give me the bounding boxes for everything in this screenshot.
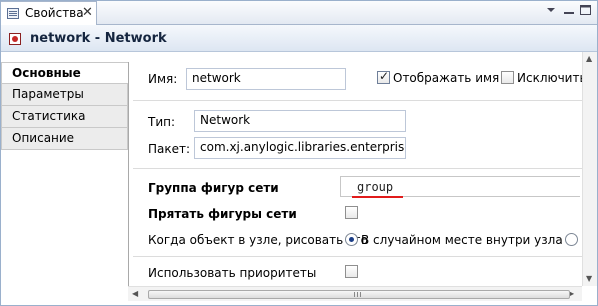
name-input[interactable]: network [186,68,346,90]
highlight-underline [352,196,403,198]
show-name-checkbox[interactable] [377,69,390,84]
nav-divider [128,62,129,290]
random-place-label: В случайном месте внутри узла [361,233,563,247]
view-menu-icon[interactable] [545,4,557,16]
section-divider [133,100,582,101]
network-shapes-group-label: Группа фигур сети [148,181,279,195]
section-divider [133,256,582,257]
network-shapes-group-value: group [357,180,394,194]
tab-properties[interactable]: Свойства ✕ [1,1,97,25]
scroll-down-icon[interactable]: ▼ [586,274,592,283]
package-label: Пакет: [148,142,191,156]
nav-item-main[interactable]: Основные [1,62,128,84]
tab-label: Свойства [25,6,84,20]
horizontal-scroll-thumb[interactable] [148,290,570,299]
exclude-label: Исключить [517,71,587,85]
package-field: com.xj.anylogic.libraries.enterprise [194,137,406,159]
network-object-icon [9,33,21,45]
hide-shapes-checkbox[interactable] [345,206,358,219]
nav-item-description[interactable]: Описание [1,128,128,150]
close-icon[interactable]: ✕ [82,5,93,20]
name-label: Имя: [148,72,178,86]
thumb-grip [360,292,361,297]
type-label: Тип: [148,115,176,129]
properties-header: network - Network [1,25,597,52]
scroll-up-icon[interactable]: ▲ [586,54,592,63]
show-name-label: Отображать имя [393,71,500,85]
nav-background [1,150,128,287]
type-field: Network [194,110,406,132]
nav-item-parameters[interactable]: Параметры [1,84,128,106]
scroll-left-icon[interactable]: ◀ [132,289,138,298]
other-placement-radio[interactable] [565,233,578,246]
use-priorities-label: Использовать приоритеты [148,266,317,280]
hide-shapes-label: Прятать фигуры сети [148,207,297,221]
thumb-grip [357,292,358,297]
minimize-icon[interactable] [562,4,576,16]
section-divider [133,168,582,169]
view-tab-bar: Свойства ✕ [1,1,597,25]
maximize-icon[interactable] [579,4,592,16]
random-place-radio[interactable] [345,233,358,246]
draw-in-node-label: Когда объект в узле, рисовать его [148,233,369,247]
properties-icon [7,8,19,19]
thumb-grip [354,292,355,297]
exclude-checkbox[interactable] [501,71,514,84]
page-title: network - Network [30,31,167,46]
nav-item-statistics[interactable]: Статистика [1,106,128,128]
use-priorities-checkbox[interactable] [345,265,358,278]
vertical-scrollbar[interactable]: ▲ ▼ [582,52,597,286]
